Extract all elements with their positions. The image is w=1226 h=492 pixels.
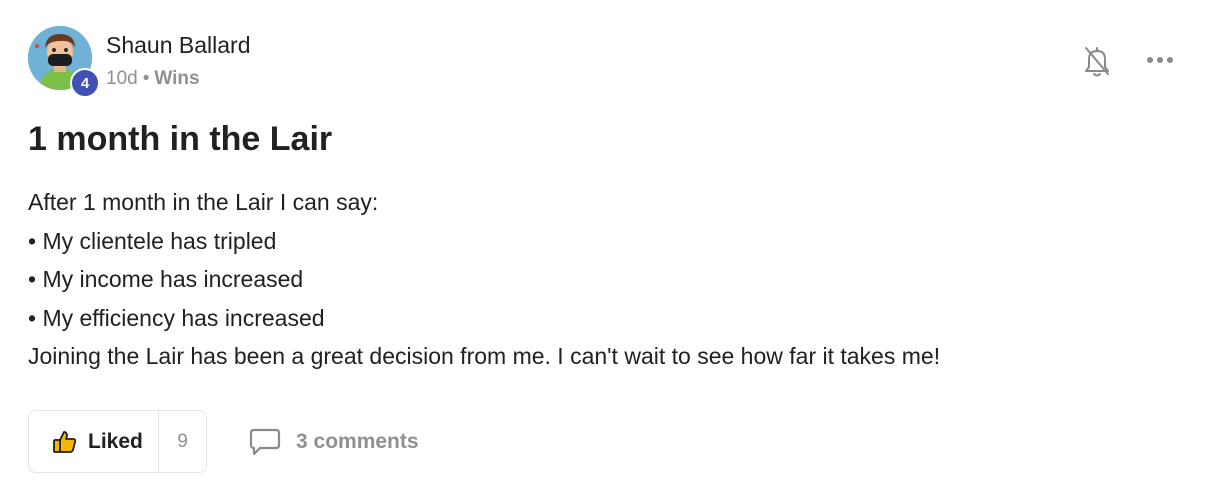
bell-off-icon[interactable] [1082,44,1112,78]
post-body-line: Joining the Lair has been a great decisi… [28,343,941,369]
post-body-line: • My efficiency has increased [28,304,325,331]
meta-separator: • [142,68,150,89]
post-card: 4 Shaun Ballard 10d • Wins 1 month in the … [0,0,1226,492]
author-name[interactable]: Shaun Ballard [106,32,251,59]
comments-button[interactable]: 3 comments [248,424,419,460]
more-horizontal-icon[interactable] [1142,46,1178,74]
post-title[interactable]: 1 month in the Lair [28,120,332,159]
author-avatar[interactable]: 4 [28,26,100,98]
level-badge: 4 [70,68,100,98]
like-count[interactable]: 9 [159,411,206,472]
post-body-line: • My clientele has tripled [28,227,277,254]
like-label: Liked [88,429,143,453]
thumbs-up-icon [53,430,77,453]
post-category[interactable]: Wins [154,68,199,89]
like-button[interactable]: Liked [29,411,159,472]
comments-label: 3 comments [296,430,419,453]
post-body: After 1 month in the Lair I can say: • M… [28,183,940,376]
post-body-line: • My income has increased [28,266,304,292]
like-control: Liked 9 [28,410,207,473]
comment-icon [249,428,281,456]
post-time: 10d [106,68,138,89]
post-body-line: After 1 month in the Lair I can say: [28,189,379,215]
post-meta: 10d • Wins [106,68,200,90]
